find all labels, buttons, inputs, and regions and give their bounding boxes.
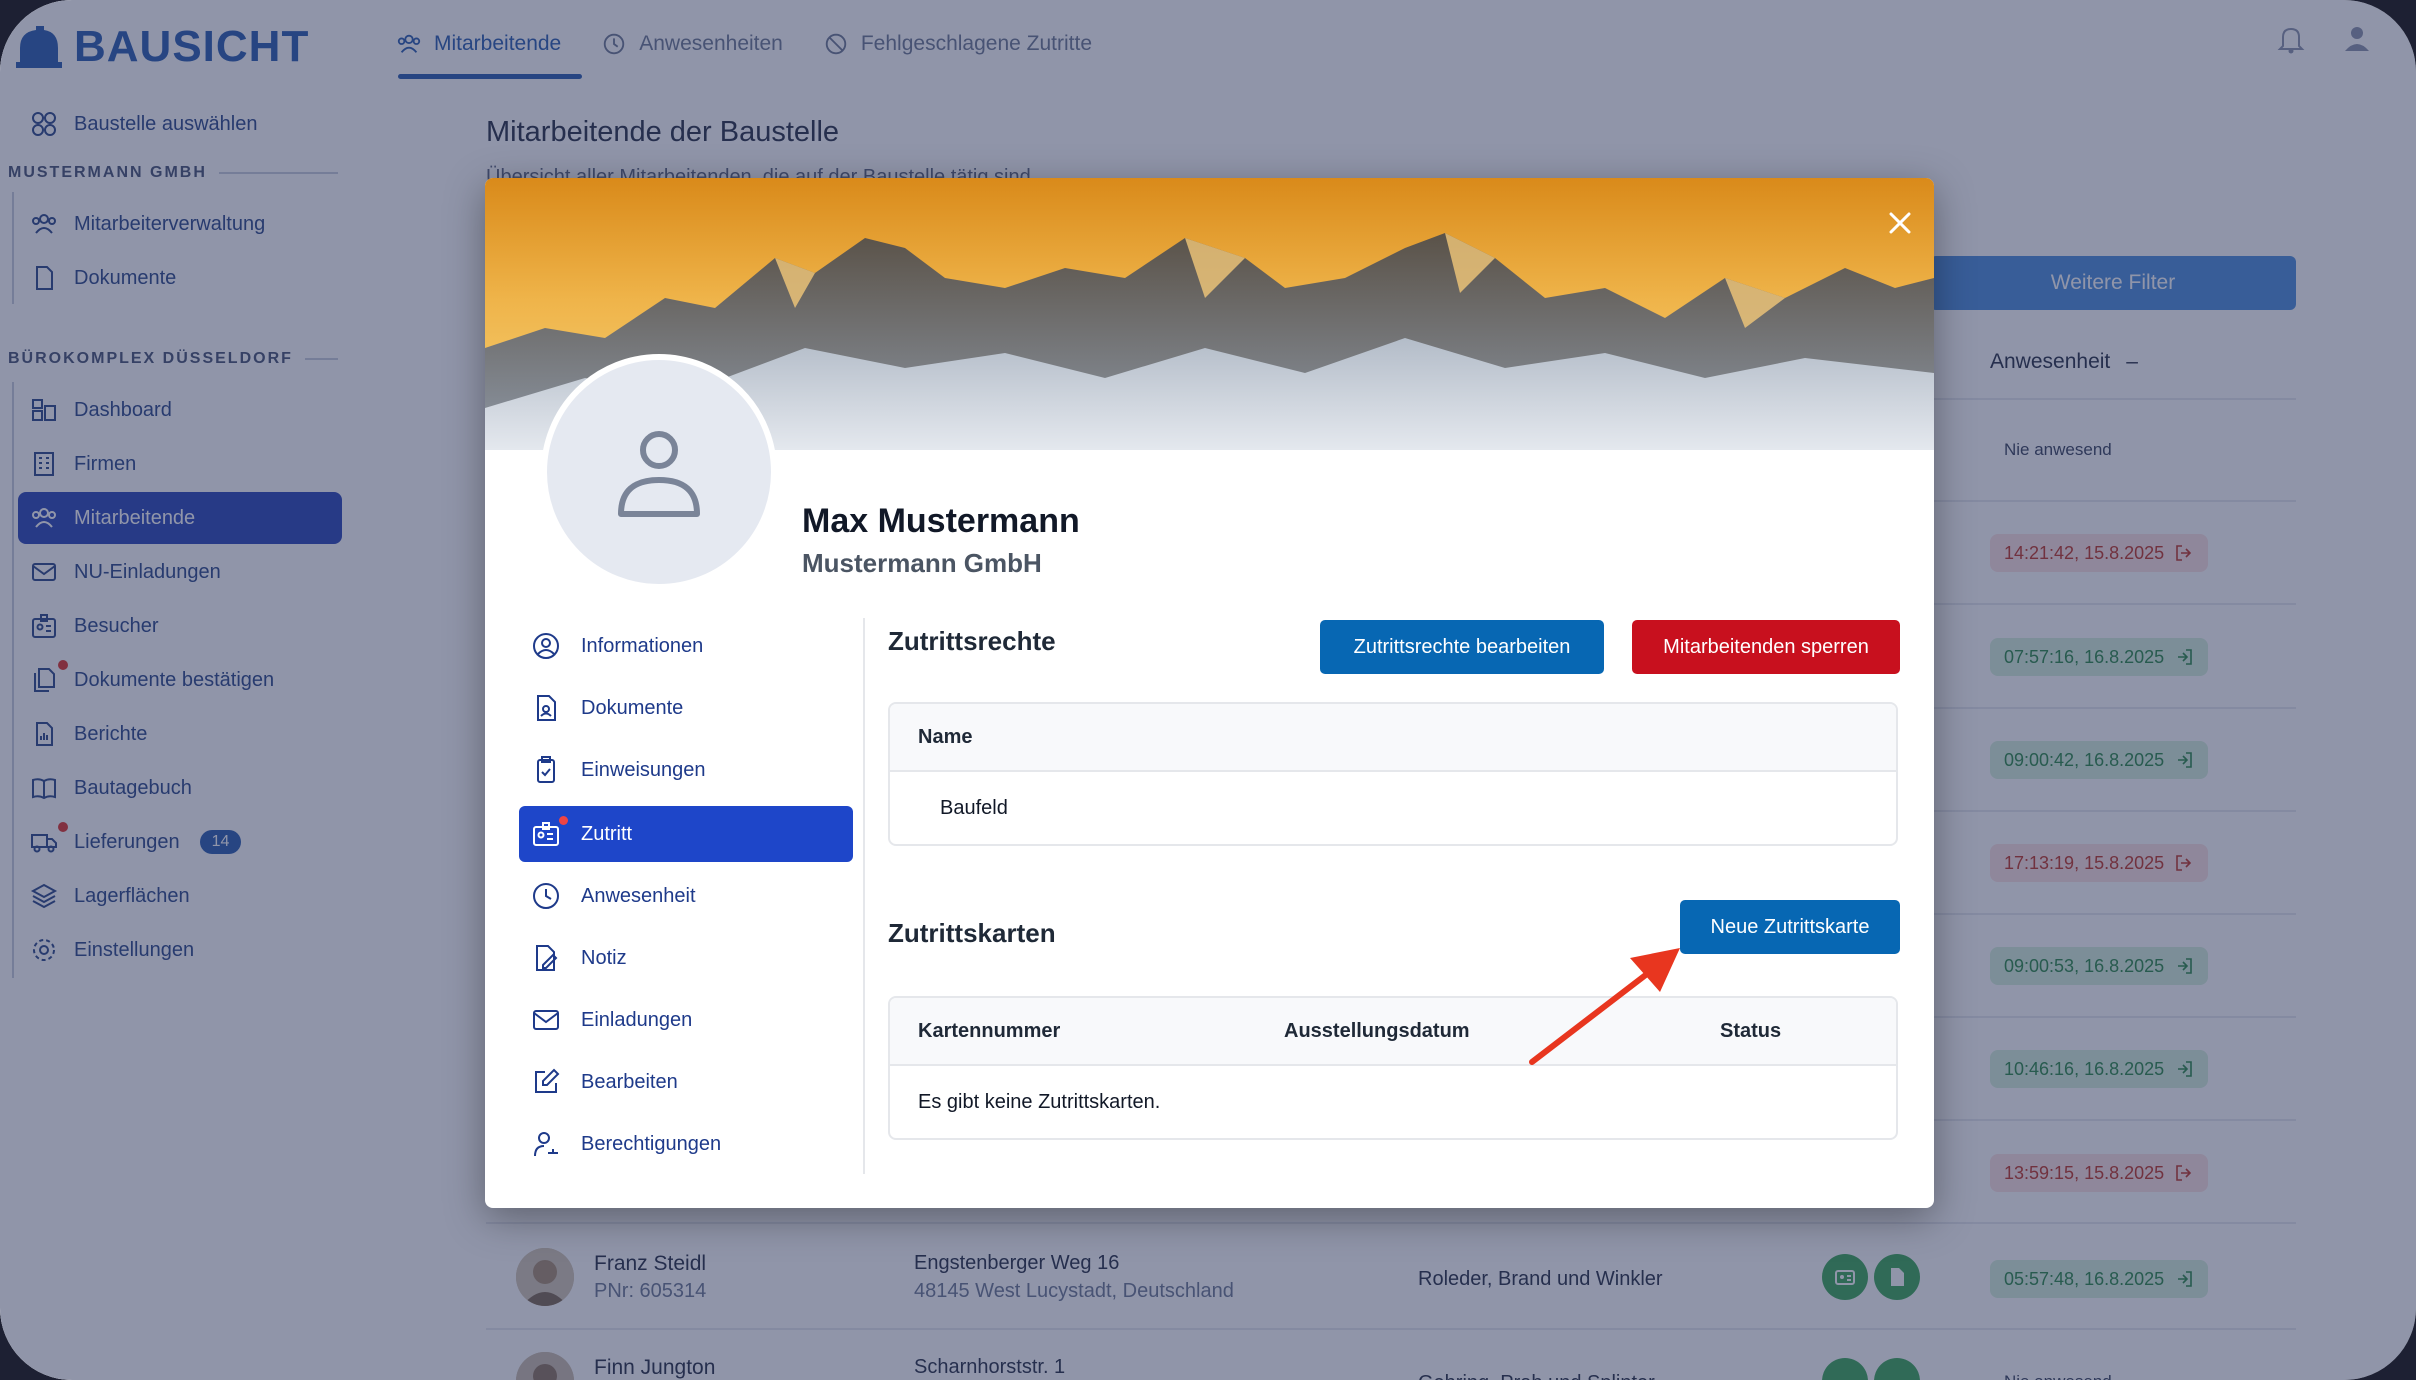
modal-nav-invitations[interactable]: Einladungen [519, 992, 853, 1048]
employee-name: Max Mustermann [802, 502, 1080, 540]
document-user-icon [537, 695, 556, 721]
close-button[interactable] [1879, 202, 1921, 244]
edit-access-rights-button[interactable]: Zutrittsrechte bearbeiten [1320, 620, 1604, 674]
user-placeholder-icon [618, 431, 700, 517]
modal-nav-attendance[interactable]: Anwesenheit [519, 868, 853, 924]
column-header-issue-date: Ausstellungsdatum [1284, 1019, 1470, 1042]
employee-detail-modal: Max Mustermann Mustermann GmbH Informati… [485, 178, 1934, 1208]
edit-icon [535, 1068, 560, 1093]
employee-company: Mustermann GmbH [802, 548, 1042, 578]
column-header-card-number: Kartennummer [918, 1019, 1061, 1042]
access-rights-table: Name Baufeld [888, 702, 1898, 846]
modal-nav-information[interactable]: Informationen [519, 618, 853, 674]
empty-state-text: Es gibt keine Zutrittskarten. [918, 1090, 1161, 1113]
clipboard-check-icon [537, 756, 555, 783]
id-badge-icon [533, 822, 559, 846]
column-header-name: Name [918, 725, 973, 748]
modal-nav-edit[interactable]: Bearbeiten [519, 1054, 853, 1110]
clock-icon [533, 883, 559, 909]
note-icon [536, 945, 558, 971]
modal-nav-permissions[interactable]: Berechtigungen [519, 1116, 853, 1172]
table-row: Es gibt keine Zutrittskarten. [890, 1066, 1896, 1138]
close-icon [1889, 212, 1911, 234]
access-rights-title: Zutrittsrechte [888, 626, 1056, 656]
profile-avatar [541, 354, 777, 590]
modal-nav-note[interactable]: Notiz [519, 930, 853, 986]
mail-icon [533, 1010, 559, 1030]
table-header: Name [890, 704, 1896, 772]
user-key-icon [534, 1132, 558, 1157]
block-employee-button[interactable]: Mitarbeitenden sperren [1632, 620, 1900, 674]
annotation-arrow-icon [1529, 948, 1680, 1065]
modal-divider [863, 618, 865, 1174]
app-window: BAUSICHT Baustelle auswählen MUSTERMANN … [0, 0, 2416, 1380]
column-header-status: Status [1720, 1019, 1782, 1042]
notification-dot [559, 816, 568, 825]
new-access-card-button[interactable]: Neue Zutrittskarte [1680, 900, 1900, 954]
table-header: Kartennummer Ausstellungsdatum Status [890, 998, 1896, 1066]
table-row[interactable]: Baufeld [890, 772, 1896, 844]
user-circle-icon [533, 633, 559, 659]
access-cards-title: Zutrittskarten [888, 918, 1056, 948]
access-area-value: Baufeld [940, 796, 1008, 819]
access-cards-table: Kartennummer Ausstellungsdatum Status Es… [888, 996, 1898, 1140]
modal-nav-documents[interactable]: Dokumente [519, 680, 853, 736]
modal-nav-briefings[interactable]: Einweisungen [519, 742, 853, 798]
modal-nav-access[interactable]: Zutritt [519, 806, 853, 862]
